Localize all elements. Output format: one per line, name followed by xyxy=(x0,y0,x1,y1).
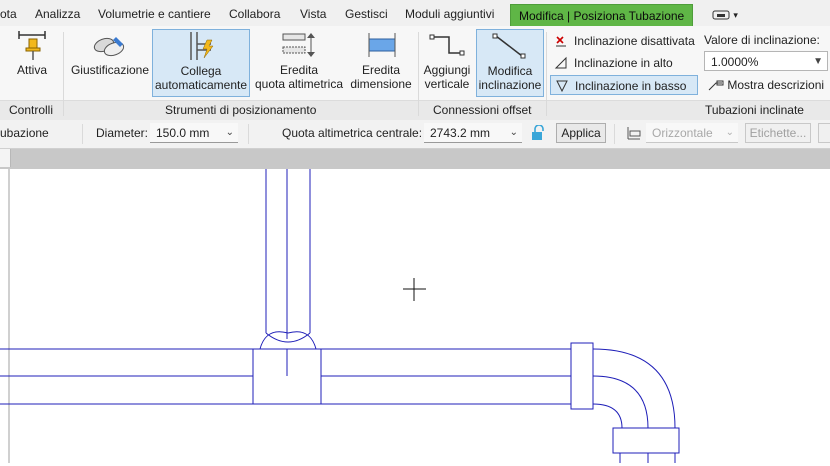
chevron-down-icon: ▼ xyxy=(813,56,823,67)
add-vertical-icon xyxy=(429,34,465,56)
panel-title-connessioni: Connessioni offset xyxy=(433,103,532,117)
options-separator xyxy=(614,124,615,144)
panel-title-strumenti: Strumenti di posizionamento xyxy=(165,103,317,117)
quota-label: Quota altimetrica centrale: xyxy=(282,126,423,140)
chevron-down-icon: ▾ xyxy=(733,10,738,20)
tab-analizza[interactable]: Analizza xyxy=(35,0,80,26)
overflow-checkbox[interactable] xyxy=(818,123,830,143)
inclinazione-alto-option[interactable]: Inclinazione in alto xyxy=(550,53,696,73)
ribbon-tab-bar: ota Analizza Volumetrie e cantiere Colla… xyxy=(0,0,830,27)
auto-connect-icon xyxy=(190,32,214,60)
pin-icon xyxy=(18,31,46,60)
unlock-icon[interactable] xyxy=(530,124,546,144)
inclinazione-disattivata-label: Inclinazione disattivata xyxy=(574,34,695,48)
eredita-dim-line2: dimensione xyxy=(350,77,412,91)
inherit-size-icon xyxy=(368,33,396,57)
slope-edit-icon xyxy=(492,33,526,59)
aggiungi-line1: Aggiungi xyxy=(423,63,471,77)
collega-automaticamente-button[interactable]: Collega automaticamente xyxy=(152,29,250,97)
options-separator xyxy=(248,124,249,144)
quota-value: 2743.2 mm xyxy=(430,126,491,140)
eredita-dimensione-button[interactable]: Eredita dimensione xyxy=(348,29,414,97)
valore-inclinazione-label: Valore di inclinazione: xyxy=(704,33,820,47)
drawing-canvas[interactable] xyxy=(0,169,830,463)
mostra-descrizioni-button[interactable]: Mostra descrizioni xyxy=(708,78,824,92)
modifica-line1: Modifica xyxy=(487,64,533,78)
eredita-quota-button[interactable]: Eredita quota altimetrica xyxy=(252,29,346,97)
eredita-dim-line1: Eredita xyxy=(361,63,401,77)
eredita-quota-line2: quota altimetrica xyxy=(254,77,344,91)
inherit-elevation-icon xyxy=(282,33,315,57)
tab-ota[interactable]: ota xyxy=(0,0,17,26)
panel-title-controlli: Controlli xyxy=(9,103,54,117)
panel-display-icon xyxy=(712,10,730,20)
tab-modifica-posiziona[interactable]: Modifica | Posiziona Tubazione xyxy=(510,4,694,27)
horizontal-tag-icon xyxy=(626,125,642,144)
mostra-descrizioni-label: Mostra descrizioni xyxy=(727,78,825,92)
slope-off-icon xyxy=(556,36,566,47)
tab-menu-button[interactable]: ▾ xyxy=(712,0,738,26)
tab-gestisci[interactable]: Gestisci xyxy=(345,0,388,26)
modifica-inclinazione-button[interactable]: Modifica inclinazione xyxy=(476,29,544,97)
ribbon: Attiva Controlli Giustificazione Collega… xyxy=(0,26,830,120)
crosshair-cursor-icon xyxy=(403,278,426,301)
view-tab-strip xyxy=(0,149,830,169)
tag-icon xyxy=(708,80,724,91)
pipe-drawing xyxy=(0,169,680,463)
attiva-label: Attiva xyxy=(16,63,47,77)
valore-inclinazione-select[interactable]: 1.0000% ▼ xyxy=(704,51,828,71)
diameter-label: Diameter: xyxy=(96,126,149,140)
panel-separator xyxy=(418,32,419,116)
applica-button[interactable]: Applica xyxy=(556,123,606,143)
tab-collabora[interactable]: Collabora xyxy=(229,0,280,26)
eredita-quota-line1: Eredita xyxy=(279,63,319,77)
chevron-down-icon: ⌄ xyxy=(225,127,234,138)
tab-volumetrie[interactable]: Volumetrie e cantiere xyxy=(98,0,211,26)
justification-icon xyxy=(93,37,125,57)
attiva-button[interactable]: Attiva xyxy=(10,29,54,97)
chevron-down-icon: ⌄ xyxy=(509,127,518,138)
options-bar-title: ubazione xyxy=(0,126,49,140)
inclinazione-basso-option[interactable]: Inclinazione in basso xyxy=(550,75,698,95)
quota-select[interactable]: 2743.2 mm ⌄ xyxy=(424,123,522,143)
tab-moduli[interactable]: Moduli aggiuntivi xyxy=(405,0,494,26)
valore-inclinazione-value: 1.0000% xyxy=(711,55,759,69)
giustificazione-button[interactable]: Giustificazione xyxy=(69,29,151,97)
inclinazione-basso-label: Inclinazione in basso xyxy=(575,79,687,93)
panel-title-tubazioni: Tubazioni inclinate xyxy=(705,103,804,117)
panel-separator xyxy=(546,32,547,116)
inclinazione-alto-label: Inclinazione in alto xyxy=(574,56,673,70)
aggiungi-line2: verticale xyxy=(424,77,470,91)
modifica-line2: inclinazione xyxy=(478,78,542,92)
options-bar: ubazione Diameter: 150.0 mm ⌄ Quota alti… xyxy=(0,120,830,149)
etichette-button[interactable]: Etichette... xyxy=(745,123,811,143)
orientamento-select[interactable]: Orizzontale ⌄ xyxy=(646,123,738,143)
slope-up-icon xyxy=(554,56,567,69)
diameter-value: 150.0 mm xyxy=(156,126,210,140)
diameter-select[interactable]: 150.0 mm ⌄ xyxy=(150,123,238,143)
options-separator xyxy=(82,124,83,144)
slope-down-icon xyxy=(556,80,568,93)
collega-line1: Collega xyxy=(180,64,222,78)
giustificazione-label: Giustificazione xyxy=(70,63,150,77)
orientamento-value: Orizzontale xyxy=(652,126,713,140)
chevron-down-icon: ⌄ xyxy=(725,127,734,138)
inclinazione-disattivata-option[interactable]: Inclinazione disattivata xyxy=(550,31,696,51)
panel-separator xyxy=(63,32,64,116)
tab-vista[interactable]: Vista xyxy=(300,0,326,26)
collega-line2: automaticamente xyxy=(154,78,248,92)
view-tab[interactable] xyxy=(0,149,11,167)
aggiungi-verticale-button[interactable]: Aggiungi verticale xyxy=(420,29,474,97)
